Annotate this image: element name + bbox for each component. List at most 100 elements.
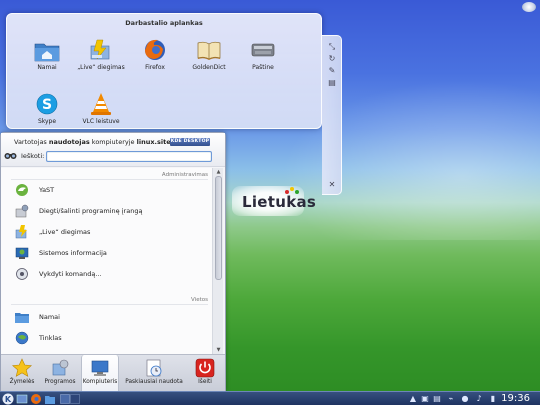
list-item-software[interactable]: Diegti/šalinti programinę įrangą: [15, 204, 205, 218]
list-item-run-command[interactable]: Vykdyti komandą...: [15, 267, 205, 281]
list-item-home[interactable]: Namai: [15, 310, 205, 324]
live-install-icon: [15, 225, 29, 239]
list-item-label: Diegti/šalinti programinę įrangą: [39, 207, 143, 215]
desktop-icon-firefox[interactable]: Firefox: [131, 38, 179, 71]
computer-icon: [90, 358, 110, 378]
activity-icon[interactable]: ▤: [327, 78, 337, 88]
desktop-icon-label: Paštine: [252, 64, 274, 71]
power-tray-icon[interactable]: ▮: [488, 394, 498, 404]
settings-wrench-icon[interactable]: ✎: [327, 66, 337, 76]
tab-recent[interactable]: Paskiausiai naudota: [121, 355, 187, 392]
power-icon: [195, 358, 215, 378]
tab-label: Žymelės: [9, 379, 35, 385]
svg-text:K: K: [5, 395, 12, 404]
tab-applications[interactable]: Programos: [41, 355, 79, 392]
show-desktop-icon[interactable]: [16, 393, 28, 405]
firefox-launcher-icon[interactable]: [30, 393, 42, 405]
tab-label: Kompiuteris: [82, 379, 118, 385]
desktop-icon-label: Firefox: [145, 64, 165, 71]
user-prefix: Vartotojas: [14, 138, 49, 146]
tab-label: Paskiausiai naudota: [125, 379, 183, 385]
desktop-folder-view: Darbastalio aplankas Namai „Live“ diegim…: [6, 13, 322, 129]
recent-icon: [144, 358, 164, 378]
clock[interactable]: 19:36: [501, 392, 530, 405]
tab-label: Programos: [44, 379, 76, 385]
folder-view-handle[interactable]: ⤡ ↻ ✎ ▤ ✕: [322, 35, 342, 195]
search-input[interactable]: [46, 151, 212, 162]
desktop-icon-label: VLC leistuve: [82, 118, 120, 125]
scroll-down-icon[interactable]: ▼: [215, 347, 222, 353]
list-item-label: Vykdyti komandą...: [39, 270, 102, 278]
desktop-icon-mail[interactable]: Paštine: [239, 38, 287, 71]
scroll-thumb[interactable]: [215, 176, 222, 280]
kde-badge: KDE DESKTOP: [170, 138, 210, 146]
home-folder-icon: [34, 38, 60, 62]
file-manager-icon[interactable]: [44, 393, 56, 405]
logo-dots-icon: [285, 187, 299, 194]
list-item-label: Sistemos informacija: [39, 249, 107, 257]
pager-icon[interactable]: [60, 393, 80, 405]
scroll-up-icon[interactable]: ▲: [215, 169, 222, 175]
tab-label: Išeiti: [198, 379, 212, 385]
tab-favorites[interactable]: Žymelės: [3, 355, 41, 392]
dictionary-icon: [196, 38, 222, 62]
live-install-icon: [88, 38, 114, 62]
search-icon: [4, 150, 17, 161]
kickoff-scrollbar[interactable]: ▲ ▼: [212, 168, 223, 355]
network-icon: [15, 331, 29, 345]
desktop-icon-skype[interactable]: S Skype: [23, 92, 71, 125]
tab-leave[interactable]: Išeiti: [187, 355, 223, 392]
run-command-icon: [15, 267, 29, 281]
home-folder-icon: [15, 310, 29, 324]
list-item-label: „Live“ diegimas: [39, 228, 91, 236]
desktop-icon-vlc[interactable]: VLC leistuve: [77, 92, 125, 125]
taskbar: K ▲ ▣ ▤ ⌁ ● ♪ ▮ 19:36: [0, 391, 540, 405]
section-label-admin: Administravimas: [161, 172, 208, 178]
list-item-yast[interactable]: YaST: [15, 183, 205, 197]
list-item-label: Tinklas: [39, 334, 62, 342]
desktop-icon-live-install[interactable]: „Live“ diegimas: [77, 38, 125, 71]
list-item-live-install[interactable]: „Live“ diegimas: [15, 225, 205, 239]
mail-icon: [250, 38, 276, 62]
kickoff-list: Administravimas YaST Diegti/šalinti prog…: [1, 168, 212, 355]
list-item-label: Namai: [39, 313, 60, 321]
close-icon[interactable]: ✕: [327, 180, 337, 190]
volume-icon[interactable]: ♪: [474, 394, 484, 404]
list-item-system-info[interactable]: Sistemos informacija: [15, 246, 205, 260]
desktop-icon-goldendict[interactable]: GoldenDict: [185, 38, 233, 71]
star-icon: [11, 358, 33, 378]
user-info: Vartotojas naudotojas kompiuteryje linux…: [14, 138, 171, 146]
device-notifier-icon[interactable]: ▣: [420, 394, 430, 404]
tab-computer[interactable]: Kompiuteris: [81, 355, 119, 392]
list-item-label: YaST: [39, 186, 55, 194]
vlc-icon: [88, 92, 114, 116]
yast-icon: [15, 183, 29, 197]
desktop-icon-label: Skype: [37, 118, 57, 125]
section-divider: [11, 179, 208, 180]
kickoff-header: Vartotojas naudotojas kompiuteryje linux…: [1, 133, 225, 167]
desktop-icon-label: „Live“ diegimas: [77, 64, 125, 71]
desktop-icon-home[interactable]: Namai: [23, 38, 71, 71]
applications-icon: [50, 358, 70, 378]
section-divider: [11, 304, 208, 305]
search-label: Ieškoti:: [21, 152, 45, 160]
resize-icon[interactable]: ⤡: [327, 42, 337, 52]
system-info-icon: [15, 246, 29, 260]
software-install-icon: [15, 204, 29, 218]
firefox-icon: [142, 38, 168, 62]
network-tray-icon[interactable]: ⌁: [446, 394, 456, 404]
tray-arrow-icon[interactable]: ▲: [408, 394, 418, 404]
desktop-toolbox-icon[interactable]: [522, 2, 536, 12]
skype-icon: S: [34, 92, 60, 116]
kickoff-launcher-icon[interactable]: K: [2, 393, 14, 405]
updater-icon[interactable]: ●: [460, 394, 470, 404]
user-mid: kompiuteryje: [89, 138, 137, 146]
section-label-places: Vietos: [191, 297, 208, 303]
rotate-icon[interactable]: ↻: [327, 54, 337, 64]
desktop-icon-label: Namai: [37, 64, 57, 71]
list-item-network[interactable]: Tinklas: [15, 331, 205, 345]
kickoff-tab-bar: Žymelės Programos Kompiuteris Paskiausia…: [1, 354, 225, 392]
clipboard-icon[interactable]: ▤: [432, 394, 442, 404]
kickoff-menu: Vartotojas naudotojas kompiuteryje linux…: [0, 132, 226, 392]
lietukas-logo-text: Lietukas: [242, 193, 317, 211]
